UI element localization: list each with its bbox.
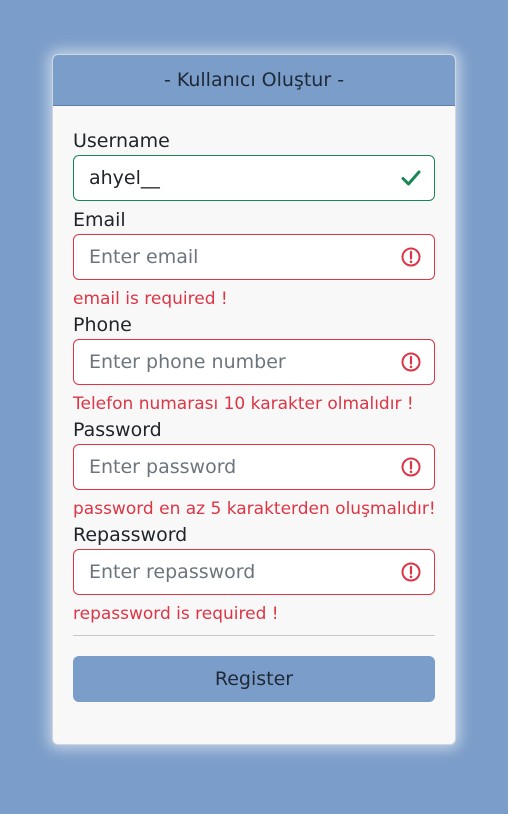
exclamation-circle-icon — [401, 352, 421, 372]
phone-input[interactable] — [73, 339, 435, 385]
email-input-wrap — [73, 234, 435, 280]
phone-input-wrap — [73, 339, 435, 385]
username-label: Username — [73, 130, 170, 152]
phone-error: Telefon numarası 10 karakter olmalıdır ! — [73, 394, 414, 414]
repassword-field-group: Repassword repassword is required ! — [73, 522, 435, 627]
register-form: Username Email email is required ! — [53, 106, 455, 702]
repassword-error: repassword is required ! — [73, 604, 279, 624]
email-label: Email — [73, 209, 126, 231]
password-field-group: Password password en az 5 karakterden ol… — [73, 417, 436, 522]
repassword-input[interactable] — [73, 549, 435, 595]
form-divider — [73, 635, 435, 636]
username-input[interactable] — [73, 155, 435, 201]
username-input-wrap — [73, 155, 435, 201]
password-input-wrap — [73, 444, 435, 490]
exclamation-circle-icon — [401, 562, 421, 582]
exclamation-circle-icon — [401, 247, 421, 267]
repassword-input-wrap — [73, 549, 435, 595]
register-button[interactable]: Register — [73, 656, 435, 702]
phone-label: Phone — [73, 314, 132, 336]
email-field-group: Email email is required ! — [73, 207, 435, 312]
email-input[interactable] — [73, 234, 435, 280]
password-error: password en az 5 karakterden oluşmalıdır… — [73, 499, 436, 519]
card-title: - Kullanıcı Oluştur - — [163, 69, 345, 91]
card-header: - Kullanıcı Oluştur - — [53, 55, 455, 106]
password-input[interactable] — [73, 444, 435, 490]
username-field-group: Username — [73, 128, 435, 201]
check-icon — [401, 170, 421, 186]
repassword-label: Repassword — [73, 524, 188, 546]
password-label: Password — [73, 419, 162, 441]
register-card: - Kullanıcı Oluştur - Username Email — [52, 54, 456, 745]
exclamation-circle-icon — [401, 457, 421, 477]
phone-field-group: Phone Telefon numarası 10 karakter olmal… — [73, 312, 435, 417]
email-error: email is required ! — [73, 289, 228, 309]
